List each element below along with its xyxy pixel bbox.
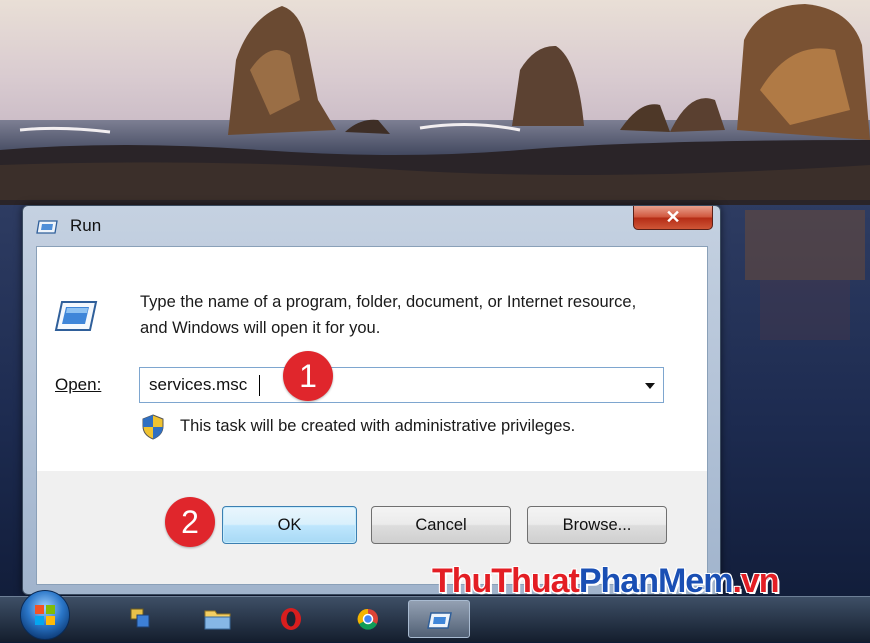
window-title: Run [70, 216, 102, 235]
step-2-badge: 2 [165, 497, 215, 547]
run-taskbar-icon [427, 612, 452, 629]
chrome-icon [357, 608, 378, 630]
text-caret [259, 375, 260, 396]
watermark-part2: PhanMem [578, 562, 734, 600]
step-1-badge: 1 [283, 351, 333, 401]
taskbar-file-explorer[interactable] [190, 600, 246, 638]
admin-privileges-note: This task will be created with administr… [180, 417, 576, 435]
start-orb[interactable] [20, 590, 70, 640]
remote-desktop-icon [130, 608, 150, 628]
dialog-description: Type the name of a program, folder, docu… [140, 293, 637, 337]
windows-logo-icon [35, 605, 55, 625]
dialog-client-area: Type the name of a program, folder, docu… [36, 246, 708, 585]
watermark-part1: ThuThuat [432, 562, 580, 600]
open-input-value[interactable]: services.msc [149, 375, 247, 395]
close-icon: ✕ [665, 207, 681, 227]
dropdown-arrow-icon[interactable] [645, 383, 655, 389]
open-label-text: Open: [55, 375, 102, 394]
taskbar-opera[interactable] [263, 600, 319, 638]
watermark-part3: .vn [732, 562, 779, 600]
run-icon [36, 220, 58, 234]
taskbar-chrome[interactable] [340, 600, 396, 638]
opera-icon [281, 608, 301, 630]
browse-button[interactable]: Browse... [527, 506, 667, 544]
open-combobox[interactable]: services.msc [139, 367, 664, 403]
ok-button[interactable]: OK [222, 506, 357, 544]
file-explorer-icon [204, 610, 231, 630]
title-bar[interactable]: Run ✕ [23, 206, 720, 246]
uac-shield-icon [142, 414, 164, 440]
program-window-icon [54, 301, 98, 331]
cancel-button[interactable]: Cancel [371, 506, 511, 544]
close-button[interactable]: ✕ [633, 206, 713, 230]
taskbar-remote-desktop[interactable] [112, 600, 168, 638]
taskbar-run[interactable] [408, 600, 470, 638]
run-dialog: Run ✕ Type the name of a program, folder… [22, 205, 721, 595]
open-label: Open: [55, 375, 101, 395]
dialog-content-panel: Type the name of a program, folder, docu… [37, 247, 707, 471]
